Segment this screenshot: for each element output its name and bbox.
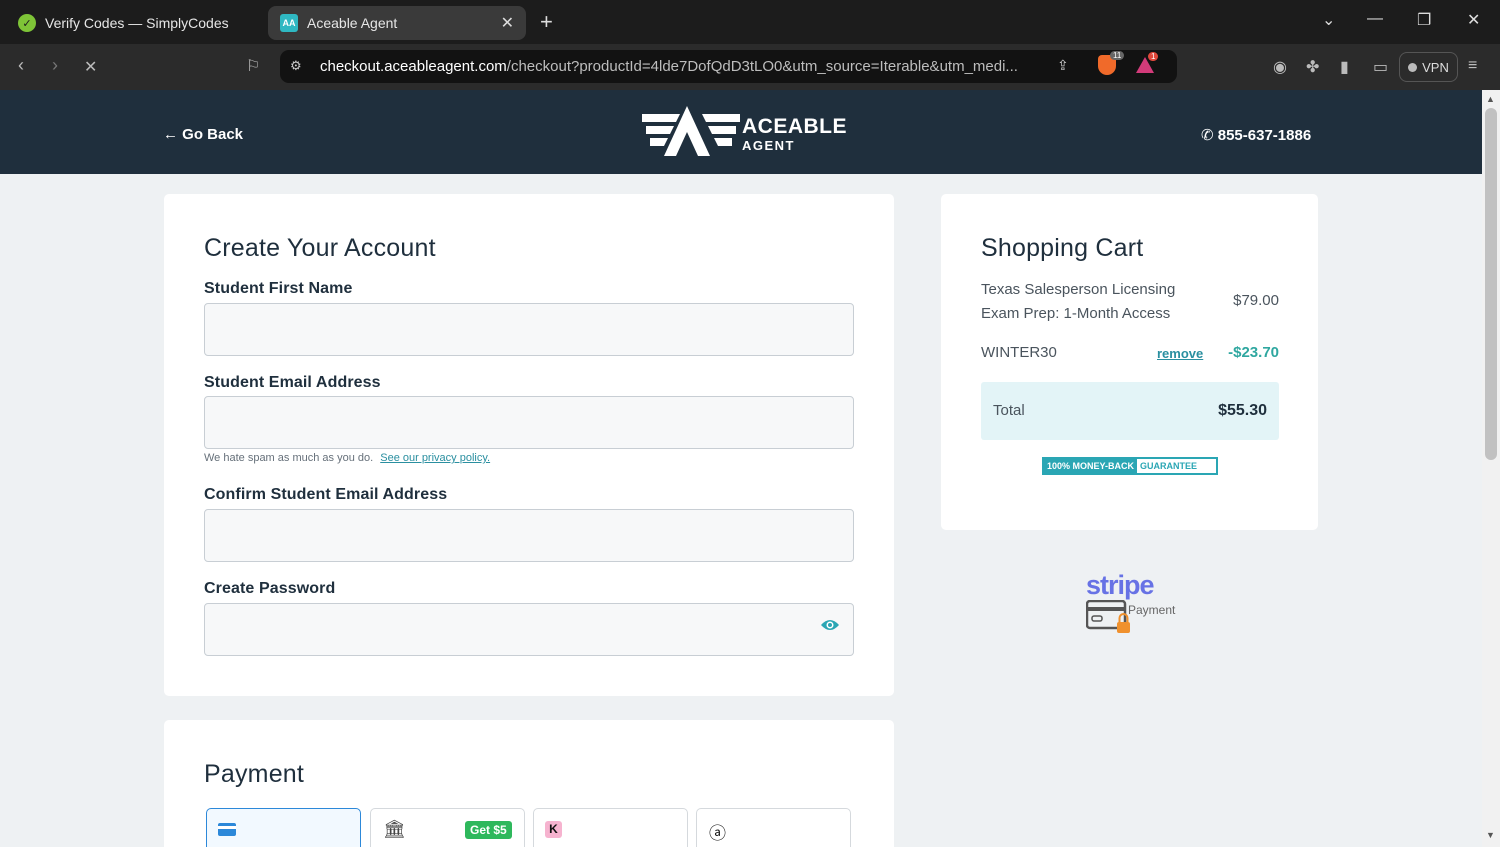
extensions-icon[interactable]: ✤ (1306, 57, 1319, 77)
confirm-email-label: Confirm Student Email Address (204, 486, 448, 503)
phone-number: 855-637-1886 (1217, 127, 1312, 144)
payment-tab-bank[interactable]: 🏛 Get $5 (370, 808, 525, 847)
email-input[interactable] (204, 396, 854, 449)
minimize-icon[interactable]: — (1367, 10, 1383, 28)
browser-tab-bar: ✓ Verify Codes — SimplyCodes AA Aceable … (0, 0, 1500, 44)
logo-text-agent: AGENT (742, 138, 795, 153)
cart-title: Shopping Cart (981, 234, 1144, 262)
total-box: Total $55.30 (981, 382, 1279, 440)
phone-link[interactable]: ✆ 855-637-1886 (1201, 126, 1311, 144)
email-label: Student Email Address (204, 374, 381, 391)
payment-tab-affirm[interactable]: ⓐ (696, 808, 851, 847)
coupon-code: WINTER30 (981, 344, 1057, 361)
tab-aceable-agent[interactable]: AA Aceable Agent ✕ (268, 6, 526, 40)
shopping-cart-card: Shopping Cart Texas Salesperson Licensin… (941, 194, 1318, 530)
get-5-badge: Get $5 (465, 821, 512, 839)
wallet-icon[interactable]: ▭ (1373, 57, 1388, 77)
menu-icon[interactable]: ≡ (1468, 57, 1477, 75)
shields-count-badge: 11 (1110, 51, 1125, 60)
stripe-payment-text: Payment (1128, 603, 1176, 617)
cart-item-name: Texas Salesperson Licensing Exam Prep: 1… (981, 281, 1176, 322)
password-input[interactable] (204, 603, 854, 656)
coupon-discount: -$23.70 (1228, 344, 1279, 361)
vpn-status-icon (1408, 62, 1418, 72)
go-back-link[interactable]: ← Go Back (163, 126, 243, 143)
scroll-down-arrow-icon[interactable]: ▼ (1486, 830, 1495, 840)
first-name-label: Student First Name (204, 280, 353, 297)
password-label: Create Password (204, 580, 336, 597)
sidebar-icon[interactable]: ▮ (1340, 57, 1349, 77)
vpn-label: VPN (1422, 59, 1449, 75)
phone-icon: ✆ (1201, 127, 1214, 144)
tab-title: Aceable Agent (307, 15, 398, 31)
tab-title: Verify Codes — SimplyCodes (45, 15, 229, 31)
affirm-icon: ⓐ (709, 824, 726, 843)
tab-list-chevron-icon[interactable]: ⌄ (1322, 10, 1335, 30)
restore-icon[interactable]: ❐ (1417, 10, 1431, 30)
guarantee-right-text: GUARANTEE (1140, 461, 1198, 471)
spam-hint-text: We hate spam as much as you do. (204, 452, 374, 464)
total-label: Total (993, 402, 1025, 419)
back-arrow-icon[interactable]: ‹ (18, 55, 24, 76)
payment-title: Payment (204, 760, 305, 788)
show-password-eye-icon[interactable] (820, 618, 840, 632)
confirm-email-input[interactable] (204, 509, 854, 562)
vpn-button[interactable]: VPN (1399, 52, 1458, 82)
arrow-left-icon: ← (163, 126, 178, 143)
first-name-input[interactable] (204, 303, 854, 356)
secure-card-lock-icon (1086, 600, 1130, 633)
total-value: $55.30 (1218, 402, 1267, 419)
share-icon[interactable]: ⇪ (1057, 57, 1069, 74)
site-settings-icon[interactable]: ⚙ (290, 58, 302, 74)
payment-tab-klarna[interactable]: K (533, 808, 688, 847)
forward-arrow-icon[interactable]: › (52, 55, 58, 76)
cart-item-price: $79.00 (1233, 292, 1279, 309)
leo-ai-icon[interactable]: ◉ (1273, 57, 1287, 77)
spam-hint: We hate spam as much as you do. See our … (204, 452, 490, 464)
stripe-payment-badge: stripe Payment (1086, 570, 1186, 636)
address-bar[interactable]: ⚙ checkout.aceableagent.com/checkout?pro… (280, 50, 1177, 83)
go-back-label: Go Back (182, 126, 244, 143)
stop-loading-icon[interactable]: ✕ (84, 57, 97, 77)
card-icon (218, 823, 236, 836)
payment-tab-card[interactable] (206, 808, 361, 847)
payment-card: Payment 🏛 Get $5 K ⓐ (164, 720, 894, 847)
money-back-guarantee-badge: 100% MONEY-BACK GUARANTEE (1042, 457, 1218, 475)
account-title: Create Your Account (204, 234, 436, 262)
logo-text-aceable: ACEABLE (742, 115, 848, 138)
scroll-up-arrow-icon[interactable]: ▲ (1486, 94, 1495, 104)
close-tab-icon[interactable]: ✕ (501, 13, 514, 33)
new-tab-icon[interactable]: + (540, 9, 553, 35)
klarna-icon: K (545, 821, 562, 838)
site-header: ← Go Back ACEABLE AGENT ✆ 855-637-1886 (0, 90, 1482, 174)
bank-icon: 🏛 (383, 819, 406, 839)
stripe-logo-text: stripe (1086, 570, 1155, 600)
guarantee-left-text: 100% MONEY-BACK (1044, 459, 1138, 473)
url-path: /checkout?productId=4lde7DofQdD3tLO0&utm… (506, 58, 1018, 75)
simplycodes-icon: ✓ (18, 14, 36, 32)
page-scrollbar[interactable]: ▲ ▼ (1482, 90, 1500, 847)
close-window-icon[interactable]: ✕ (1467, 10, 1480, 30)
aceable-icon: AA (280, 14, 298, 32)
browser-toolbar: ‹ › ✕ ⚐ ⚙ checkout.aceableagent.com/chec… (0, 44, 1500, 90)
privacy-policy-link[interactable]: See our privacy policy. (380, 452, 490, 464)
remove-coupon-link[interactable]: remove (1157, 346, 1203, 361)
bookmark-icon[interactable]: ⚐ (246, 56, 260, 76)
create-account-card: Create Your Account Student First Name S… (164, 194, 894, 696)
tab-simplycodes[interactable]: ✓ Verify Codes — SimplyCodes (6, 6, 262, 40)
url-host: checkout.aceableagent.com (320, 58, 507, 75)
scroll-thumb[interactable] (1485, 108, 1497, 460)
